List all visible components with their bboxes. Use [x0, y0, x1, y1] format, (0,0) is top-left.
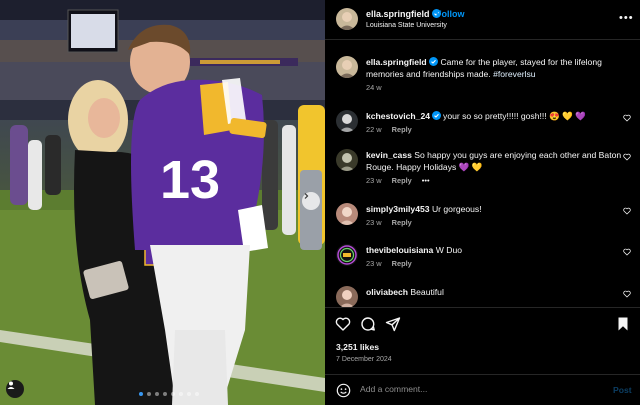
comment-username[interactable]: oliviabech [366, 287, 408, 297]
comment-like-icon[interactable] [623, 290, 631, 298]
chevron-right-icon [304, 193, 309, 199]
comment-avatar[interactable] [336, 203, 358, 225]
carousel-dot [147, 392, 151, 396]
comment-time: 23 w [366, 218, 382, 227]
carousel-next-button[interactable] [302, 192, 320, 210]
caption-text: ella.springfield Came for the player, st… [366, 56, 628, 94]
carousel-dot [195, 392, 199, 396]
caption-hashtag[interactable]: #foreverlsu [493, 69, 536, 79]
comment-like-icon[interactable] [623, 248, 631, 256]
comment-input[interactable] [360, 384, 600, 394]
caption-avatar[interactable] [336, 56, 358, 78]
user-tag-button[interactable] [6, 380, 24, 398]
verified-icon [432, 111, 442, 120]
post-panel: ella.springfield Follow Louisiana State … [325, 0, 640, 405]
comment-username[interactable]: thevibelouisiana [366, 245, 433, 255]
photo-scene: 13 [0, 0, 325, 405]
reply-button[interactable]: Reply [392, 176, 412, 185]
reply-button[interactable]: Reply [392, 218, 412, 227]
follow-button[interactable]: Follow [436, 9, 465, 19]
comment-like-icon[interactable] [623, 207, 631, 215]
comment-meta: 23 w Reply [366, 259, 422, 268]
comment-username[interactable]: kevin_cass [366, 150, 412, 160]
comment-composer: Post [325, 374, 640, 405]
comment-more-button[interactable]: ••• [422, 176, 430, 185]
comment-meta: 23 w Reply ••• [366, 176, 440, 185]
post-date: 7 December 2024 [336, 356, 392, 363]
comment-body: W Duo [435, 245, 462, 255]
divider [325, 307, 640, 308]
caption-username[interactable]: ella.springfield [366, 57, 427, 67]
carousel-dot [171, 392, 175, 396]
author-avatar[interactable] [336, 8, 358, 30]
more-options-button[interactable]: ••• [619, 12, 634, 24]
comment-avatar[interactable] [336, 149, 358, 171]
comment-icon[interactable] [360, 316, 376, 332]
comment-like-icon[interactable] [623, 153, 631, 161]
comment-text: oliviabech Beautiful [366, 286, 624, 298]
comment-body: your so so pretty!!!!! gosh!!! 😍 💛 💜 [443, 111, 586, 121]
heart-icon[interactable] [335, 316, 351, 332]
comment-username[interactable]: kchestovich_24 [366, 111, 430, 121]
comment-body: Beautiful [410, 287, 444, 297]
comment-time: 23 w [366, 176, 382, 185]
share-icon[interactable] [385, 316, 401, 332]
carousel-dot [187, 392, 191, 396]
comment-time: 23 w [366, 259, 382, 268]
user-tag-icon [7, 381, 15, 389]
comment-username[interactable]: simply3mily453 [366, 204, 430, 214]
reply-button[interactable]: Reply [392, 125, 412, 134]
comment-text: thevibelouisiana W Duo [366, 244, 624, 256]
comment-body: Ur gorgeous! [431, 204, 482, 214]
caption-time: 24 w [366, 83, 382, 92]
carousel-indicator [139, 392, 199, 396]
carousel-dot [139, 392, 143, 396]
comment-avatar[interactable] [336, 244, 358, 266]
post-photo[interactable]: 13 [0, 0, 325, 405]
comment-meta: 22 w Reply [366, 125, 422, 134]
jersey-number: 13 [160, 150, 220, 210]
comment-text: kchestovich_24 your so so pretty!!!!! gos… [366, 110, 624, 122]
comment-meta: 23 w Reply [366, 218, 422, 227]
carousel-dot [163, 392, 167, 396]
author-username[interactable]: ella.springfield [366, 9, 442, 19]
emoji-icon[interactable] [336, 383, 351, 398]
verified-icon [429, 57, 439, 66]
reply-button[interactable]: Reply [392, 259, 412, 268]
location-link[interactable]: Louisiana State University [366, 22, 447, 29]
likes-count[interactable]: 3,251 likes [336, 342, 379, 352]
comment-text: simply3mily453 Ur gorgeous! [366, 203, 624, 215]
comment-avatar[interactable] [336, 110, 358, 132]
post-header: ella.springfield Follow Louisiana State … [325, 0, 640, 40]
action-bar [325, 316, 640, 336]
comment-text: kevin_cass So happy you guys are enjoyin… [366, 149, 624, 173]
carousel-dot [155, 392, 159, 396]
bookmark-icon[interactable] [615, 316, 631, 332]
post-comment-button[interactable]: Post [613, 385, 632, 395]
comment-time: 22 w [366, 125, 382, 134]
comment-like-icon[interactable] [623, 114, 631, 122]
comment-avatar[interactable] [336, 286, 358, 308]
carousel-dot [179, 392, 183, 396]
